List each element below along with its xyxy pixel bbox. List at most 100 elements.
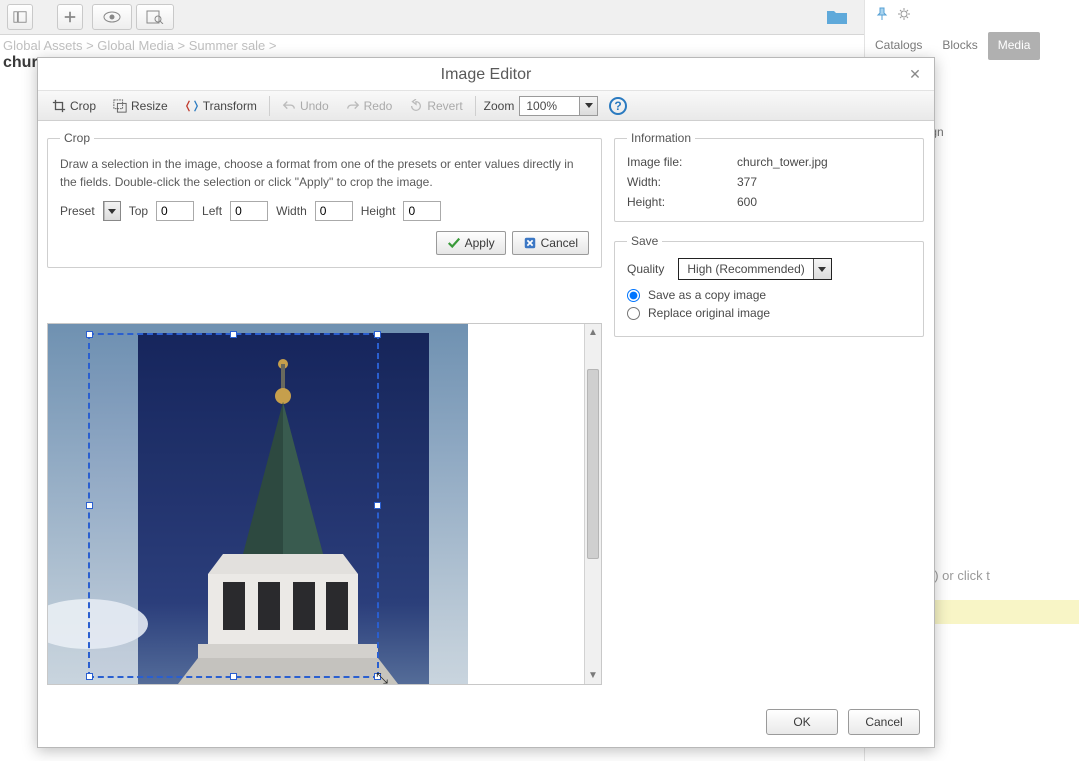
crop-tool-label: Crop	[70, 99, 96, 113]
undo-button[interactable]: Undo	[274, 95, 337, 117]
save-panel: Save Quality High (Recommended) Save as …	[614, 234, 924, 337]
dialog-footer: OK Cancel	[766, 709, 920, 735]
revert-icon	[409, 99, 423, 113]
image-canvas[interactable]: ⤡	[48, 324, 601, 684]
height-input[interactable]	[403, 201, 441, 221]
revert-button[interactable]: Revert	[401, 95, 470, 117]
cancel-button[interactable]: Cancel	[848, 709, 920, 735]
info-height-label: Height:	[627, 195, 737, 209]
zoom-select[interactable]: 100%	[519, 96, 598, 116]
resize-icon	[113, 99, 127, 113]
quality-value: High (Recommended)	[679, 259, 812, 279]
close-icon[interactable]: ✕	[906, 65, 924, 83]
cancel-icon	[523, 236, 537, 250]
crop-description: Draw a selection in the image, choose a …	[60, 155, 589, 191]
preset-label: Preset	[60, 204, 95, 218]
info-file-label: Image file:	[627, 155, 737, 169]
zoom-label: Zoom	[484, 99, 515, 113]
redo-button-label: Redo	[364, 99, 393, 113]
crop-cancel-button[interactable]: Cancel	[512, 231, 589, 255]
crop-handle-sw[interactable]	[86, 673, 93, 680]
scroll-up-icon[interactable]: ▲	[585, 324, 601, 341]
gear-icon[interactable]	[897, 7, 911, 21]
pin-icon[interactable]	[875, 7, 889, 21]
save-replace-label: Replace original image	[648, 306, 770, 320]
vertical-scrollbar[interactable]: ▲ ▼	[584, 324, 601, 684]
info-panel-legend: Information	[627, 131, 695, 145]
save-copy-label: Save as a copy image	[648, 288, 766, 302]
resize-cursor-icon: ⤡	[376, 670, 388, 684]
crop-handle-n[interactable]	[230, 331, 237, 338]
crop-selection[interactable]: ⤡	[88, 333, 379, 678]
info-height-value: 600	[737, 195, 911, 209]
info-panel: Information Image file: church_tower.jpg…	[614, 131, 924, 222]
zoom-value: 100%	[520, 97, 579, 115]
toolbar-separator	[475, 96, 476, 116]
undo-icon	[282, 99, 296, 113]
visibility-button[interactable]	[92, 4, 132, 30]
crop-handle-s[interactable]	[230, 673, 237, 680]
height-label: Height	[361, 204, 396, 218]
dialog-title: Image Editor ✕	[38, 58, 934, 91]
breadcrumb: Global Assets > Global Media > Summer sa…	[3, 38, 277, 53]
save-copy-radio[interactable]	[627, 289, 640, 302]
add-button[interactable]	[57, 4, 83, 30]
crop-icon	[52, 99, 66, 113]
tab-media[interactable]: Media	[988, 32, 1041, 60]
apply-button-label: Apply	[465, 236, 495, 250]
chevron-down-icon	[579, 97, 597, 115]
search-page-button[interactable]	[136, 4, 174, 30]
dialog-title-text: Image Editor	[441, 66, 532, 83]
image-editor-dialog: Image Editor ✕ Crop Resize Transform Und…	[37, 57, 935, 748]
save-replace-radio[interactable]	[627, 307, 640, 320]
preset-select[interactable]	[103, 201, 121, 221]
help-icon[interactable]: ?	[609, 97, 627, 115]
editor-toolbar: Crop Resize Transform Undo Redo Revert Z…	[38, 91, 934, 121]
crop-handle-ne[interactable]	[374, 331, 381, 338]
info-width-value: 377	[737, 175, 911, 189]
crop-cancel-label: Cancel	[541, 236, 578, 250]
crop-handle-nw[interactable]	[86, 331, 93, 338]
scrollbar-thumb[interactable]	[587, 369, 599, 559]
toolbar-separator	[269, 96, 270, 116]
bg-tabs: Catalogs Blocks Media	[865, 32, 1079, 60]
left-input[interactable]	[230, 201, 268, 221]
undo-button-label: Undo	[300, 99, 329, 113]
width-input[interactable]	[315, 201, 353, 221]
crop-tool[interactable]: Crop	[44, 95, 104, 117]
resize-tool-label: Resize	[131, 99, 168, 113]
left-label: Left	[202, 204, 222, 218]
chevron-down-icon	[104, 202, 120, 220]
toggle-tree-icon[interactable]	[7, 4, 33, 30]
folder-icon[interactable]	[826, 8, 848, 26]
scroll-down-icon[interactable]: ▼	[585, 667, 601, 684]
top-label: Top	[129, 204, 148, 218]
ok-button[interactable]: OK	[766, 709, 838, 735]
top-input[interactable]	[156, 201, 194, 221]
transform-tool-label: Transform	[203, 99, 257, 113]
crop-panel: Crop Draw a selection in the image, choo…	[47, 131, 602, 268]
resize-tool[interactable]: Resize	[105, 95, 176, 117]
save-replace-option[interactable]: Replace original image	[627, 306, 911, 320]
chevron-down-icon	[813, 259, 831, 279]
quality-select[interactable]: High (Recommended)	[678, 258, 831, 280]
revert-button-label: Revert	[427, 99, 462, 113]
save-copy-option[interactable]: Save as a copy image	[627, 288, 911, 302]
redo-button[interactable]: Redo	[338, 95, 401, 117]
tab-blocks[interactable]: Blocks	[932, 32, 987, 60]
crop-handle-e[interactable]	[374, 502, 381, 509]
save-panel-legend: Save	[627, 234, 662, 248]
tab-catalogs[interactable]: Catalogs	[865, 32, 932, 60]
transform-tool[interactable]: Transform	[177, 95, 265, 117]
image-preview: ⤡ ▲ ▼	[47, 323, 602, 685]
info-width-label: Width:	[627, 175, 737, 189]
redo-icon	[346, 99, 360, 113]
apply-button[interactable]: Apply	[436, 231, 506, 255]
crop-panel-legend: Crop	[60, 131, 94, 145]
quality-label: Quality	[627, 262, 664, 276]
check-icon	[447, 236, 461, 250]
transform-icon	[185, 99, 199, 113]
width-label: Width	[276, 204, 307, 218]
info-file-value: church_tower.jpg	[737, 155, 911, 169]
crop-handle-w[interactable]	[86, 502, 93, 509]
